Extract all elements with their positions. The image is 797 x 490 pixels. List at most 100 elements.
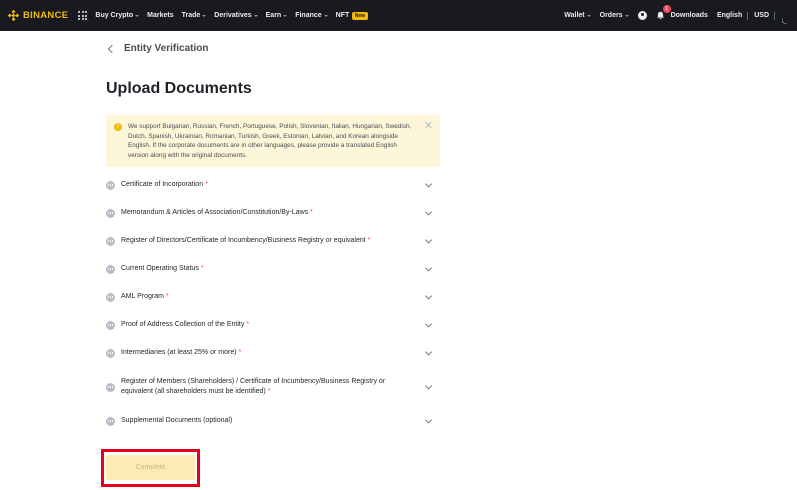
required-marker: * <box>200 265 204 272</box>
notice-text: We support Bulgarian, Russian, French, P… <box>128 123 412 159</box>
document-label-text: AML Program <box>121 293 164 300</box>
document-row-supplemental-documents[interactable]: Supplemental Documents (optional) <box>106 407 433 435</box>
document-row-proof-of-address[interactable]: Proof of Address Collection of the Entit… <box>106 311 433 339</box>
chevron-down-icon <box>323 14 328 17</box>
nav-buy-crypto[interactable]: Buy Crypto <box>95 12 140 19</box>
document-label-text: Register of Directors/Certificate of Inc… <box>121 237 366 244</box>
page-title: Upload Documents <box>106 80 252 97</box>
document-label-text: Memorandum & Articles of Association/Con… <box>121 209 309 216</box>
more-dots-icon <box>106 292 115 302</box>
document-label: Register of Directors/Certificate of Inc… <box>121 236 421 246</box>
close-icon[interactable]: ✕ <box>424 121 433 132</box>
document-label: Proof of Address Collection of the Entit… <box>121 320 421 330</box>
required-marker: * <box>246 321 250 328</box>
nav-separator <box>774 11 775 20</box>
nav-nft[interactable]: NFT New <box>335 11 368 20</box>
nav-earn[interactable]: Earn <box>266 12 288 19</box>
more-dots-icon <box>106 348 115 358</box>
nav-derivatives[interactable]: Derivatives <box>214 12 258 19</box>
nav-right: Wallet Orders 1 Downloads English USD <box>564 5 789 24</box>
chevron-down-icon <box>424 320 433 328</box>
language-support-notice: ! We support Bulgarian, Russian, French,… <box>106 115 440 167</box>
document-label: Memorandum & Articles of Association/Con… <box>121 208 421 218</box>
document-label-text: Certificate of Incorporation <box>121 181 204 188</box>
chevron-down-icon <box>424 208 433 216</box>
chevron-down-icon <box>135 14 140 17</box>
chevron-down-icon <box>424 382 433 390</box>
nav-separator <box>747 11 749 20</box>
required-marker: * <box>367 237 371 244</box>
chevron-down-icon <box>202 14 207 17</box>
document-label: Certificate of Incorporation * <box>121 180 421 190</box>
nav-markets[interactable]: Markets <box>147 12 173 19</box>
more-dots-icon <box>106 208 115 218</box>
nav-markets-label: Markets <box>147 12 174 19</box>
notification-count-badge: 1 <box>662 5 671 13</box>
more-dots-icon <box>106 382 115 392</box>
nav-wallet[interactable]: Wallet <box>564 12 591 19</box>
document-label-text: Intermediaries (at least 25% or more) <box>121 349 237 356</box>
nav-finance-label: Finance <box>295 12 322 19</box>
chevron-down-icon <box>253 14 258 17</box>
notifications-bell-icon[interactable]: 1 <box>656 5 671 20</box>
main-nav: Buy Crypto Markets Trade Derivatives Ear… <box>95 11 375 20</box>
required-marker: * <box>165 293 169 300</box>
document-row-current-operating-status[interactable]: Current Operating Status * <box>106 255 433 283</box>
chevron-down-icon <box>283 14 288 17</box>
nav-language[interactable]: English <box>717 12 742 19</box>
back-label: Entity Verification <box>124 43 209 54</box>
chevron-down-icon <box>424 236 433 244</box>
chevron-down-icon <box>424 292 433 300</box>
document-row-aml-program[interactable]: AML Program * <box>106 283 433 311</box>
warning-icon: ! <box>114 123 122 131</box>
nav-orders-label: Orders <box>599 12 623 19</box>
more-dots-icon <box>106 180 115 190</box>
nav-wallet-label: Wallet <box>564 12 585 19</box>
dark-mode-moon-icon[interactable] <box>781 12 789 24</box>
document-label: Intermediaries (at least 25% or more) * <box>121 348 421 358</box>
nav-nft-label: NFT <box>335 12 350 19</box>
nav-trade[interactable]: Trade <box>182 12 207 19</box>
nav-earn-label: Earn <box>265 12 282 19</box>
chevron-down-icon <box>424 180 433 188</box>
document-row-intermediaries[interactable]: Intermediaries (at least 25% or more) * <box>106 339 433 367</box>
brand-name: BINANCE <box>23 10 69 21</box>
nav-trade-label: Trade <box>181 12 201 19</box>
new-badge: New <box>352 11 368 20</box>
document-row-memorandum-articles[interactable]: Memorandum & Articles of Association/Con… <box>106 199 433 227</box>
binance-logo[interactable]: BINANCE <box>8 10 68 21</box>
more-dots-icon <box>106 264 115 274</box>
apps-grid-icon[interactable] <box>78 11 88 20</box>
more-dots-icon <box>106 236 115 246</box>
document-label: AML Program * <box>121 292 421 302</box>
nav-buy-crypto-label: Buy Crypto <box>95 12 134 19</box>
document-label: Register of Members (Shareholders) / Cer… <box>121 377 401 397</box>
document-label: Current Operating Status * <box>121 264 421 274</box>
binance-logo-icon <box>8 10 19 21</box>
back-to-entity-verification[interactable]: Entity Verification <box>107 43 208 54</box>
document-label-text: Current Operating Status <box>121 265 199 272</box>
document-list: Certificate of Incorporation * Memorandum… <box>106 171 433 435</box>
more-dots-icon <box>106 416 115 426</box>
nav-downloads[interactable]: Downloads <box>671 12 708 19</box>
chevron-down-icon <box>424 348 433 356</box>
nav-orders[interactable]: Orders <box>600 12 629 19</box>
chevron-down-icon <box>424 264 433 272</box>
required-marker: * <box>238 349 242 356</box>
more-dots-icon <box>106 320 115 330</box>
nav-finance[interactable]: Finance <box>295 12 328 19</box>
nav-currency[interactable]: USD <box>754 12 769 19</box>
nav-derivatives-label: Derivatives <box>214 12 252 19</box>
user-profile-icon[interactable] <box>637 11 647 20</box>
document-label-text: Register of Members (Shareholders) / Cer… <box>121 378 386 395</box>
document-row-register-of-members[interactable]: Register of Members (Shareholders) / Cer… <box>106 367 433 407</box>
document-label: Supplemental Documents (optional) <box>121 417 233 424</box>
document-row-register-of-directors[interactable]: Register of Directors/Certificate of Inc… <box>106 227 433 255</box>
required-marker: * <box>310 209 313 216</box>
document-label-text: Proof of Address Collection of the Entit… <box>121 321 245 328</box>
chevron-down-icon <box>624 14 629 17</box>
required-marker: * <box>205 181 208 188</box>
complete-button[interactable]: Complete <box>106 455 195 480</box>
required-marker: * <box>267 388 271 395</box>
document-row-certificate-of-incorporation[interactable]: Certificate of Incorporation * <box>106 171 433 199</box>
